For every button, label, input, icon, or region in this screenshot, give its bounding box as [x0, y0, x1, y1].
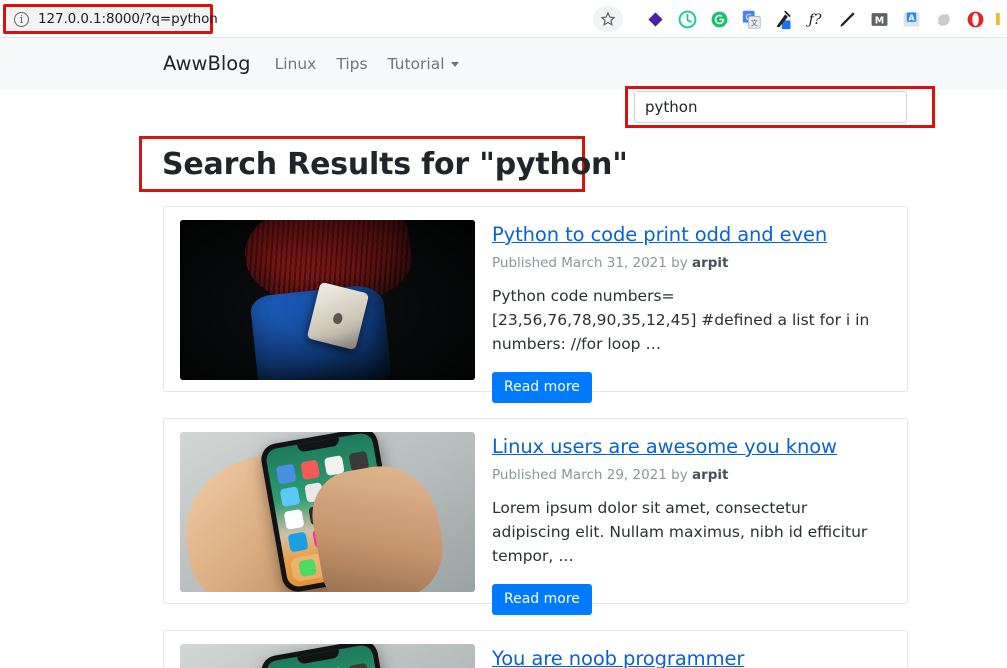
iphone-device-shape [259, 644, 402, 668]
page-title: Search Results for "python" [162, 146, 628, 182]
article-excerpt: Python code numbers=[23,56,76,78,90,35,1… [492, 287, 870, 354]
partial-extension-icon[interactable] [995, 7, 1003, 31]
read-more-button[interactable]: Read more [492, 372, 592, 404]
article-title-link[interactable]: You are noob programmer [492, 647, 744, 668]
browser-extension-icons: G 文 ƒ? M [593, 0, 1007, 38]
photo-vignette [180, 220, 475, 380]
search-results-list: Python to code print odd and even Publis… [163, 206, 908, 668]
eyedropper-colorpicker-extension-icon[interactable] [771, 7, 795, 31]
chevron-down-icon [450, 62, 459, 67]
site-brand-link[interactable]: AwwBlog [163, 52, 251, 75]
browser-toolbar: i 127.0.0.1:8000/?q=python 文 ƒ? M A [0, 0, 1007, 38]
article-meta-published: Published March 31, 2021 by [492, 255, 692, 271]
iphone-app-grid [276, 663, 383, 668]
article-body: Linux users are awesome you know Publish… [475, 432, 891, 616]
web-page-content: AwwBlog Linux Tips Tutorial Search Resul… [0, 38, 1007, 668]
blue-a-extension-icon[interactable]: A [899, 7, 923, 31]
svg-text:A: A [908, 13, 915, 22]
search-input[interactable] [634, 91, 907, 123]
read-more-button[interactable]: Read more [492, 584, 592, 616]
article-body: Python to code print odd and even Publis… [475, 220, 891, 404]
article-card[interactable]: Python to code print odd and even Publis… [163, 206, 908, 404]
article-card[interactable]: You are noob programmer Published March … [163, 630, 908, 668]
article-thumbnail-hand-iphone[interactable] [180, 432, 475, 592]
article-meta: Published March 31, 2021 by arpit [492, 255, 891, 271]
article-meta-published: Published March 29, 2021 by [492, 467, 692, 483]
site-navbar: AwwBlog Linux Tips Tutorial [0, 38, 1007, 89]
pocket-phone-photo [180, 220, 475, 380]
article-excerpt: Lorem ipsum dolor sit amet, consectetur … [492, 499, 868, 566]
iphone-notch [298, 649, 340, 665]
address-bar-url[interactable]: 127.0.0.1:8000/?q=python [38, 11, 218, 27]
purple-diamond-extension-icon[interactable] [643, 7, 667, 31]
hand-iphone-photo [180, 644, 475, 668]
article-thumbnail-hand-iphone[interactable] [180, 644, 475, 668]
pencil-markup-extension-icon[interactable] [835, 7, 859, 31]
google-translate-extension-icon[interactable]: G 文 [739, 7, 763, 31]
svg-text:M: M [874, 15, 883, 26]
hand-iphone-photo [180, 432, 475, 592]
font-finder-extension-icon[interactable]: ƒ? [803, 7, 827, 31]
info-circle-icon[interactable]: i [14, 11, 29, 27]
article-author: arpit [692, 255, 729, 271]
navbar-links: Linux Tips Tutorial [275, 55, 459, 73]
nav-link-tips[interactable]: Tips [336, 55, 367, 73]
nav-dropdown-tutorial[interactable]: Tutorial [388, 55, 459, 73]
article-thumbnail-pocket-phone[interactable] [180, 220, 475, 380]
address-bar-annotated[interactable]: i 127.0.0.1:8000/?q=python [3, 4, 218, 34]
article-card[interactable]: Linux users are awesome you know Publish… [163, 418, 908, 616]
teal-circle-extension-icon[interactable] [675, 7, 699, 31]
page-title-annotation: Search Results for "python" [139, 136, 628, 192]
article-title-link[interactable]: Python to code print odd and even [492, 223, 827, 246]
article-author: arpit [692, 467, 729, 483]
article-title-link[interactable]: Linux users are awesome you know [492, 435, 837, 458]
iphone-screen [265, 644, 396, 668]
article-body: You are noob programmer Published March … [475, 644, 891, 668]
svg-text:ƒ?: ƒ? [806, 12, 822, 28]
nav-link-linux[interactable]: Linux [275, 55, 317, 73]
gmail-extension-icon[interactable]: M [867, 7, 891, 31]
grammarly-extension-icon[interactable] [707, 7, 731, 31]
nav-dropdown-label: Tutorial [387, 54, 445, 73]
iphone-notch [298, 437, 340, 453]
article-meta: Published March 29, 2021 by arpit [492, 467, 891, 483]
svg-text:文: 文 [750, 18, 757, 27]
bookmark-star-icon[interactable] [593, 6, 623, 32]
opera-extension-icon[interactable] [963, 7, 987, 31]
gray-circle-extension-icon[interactable] [931, 7, 955, 31]
